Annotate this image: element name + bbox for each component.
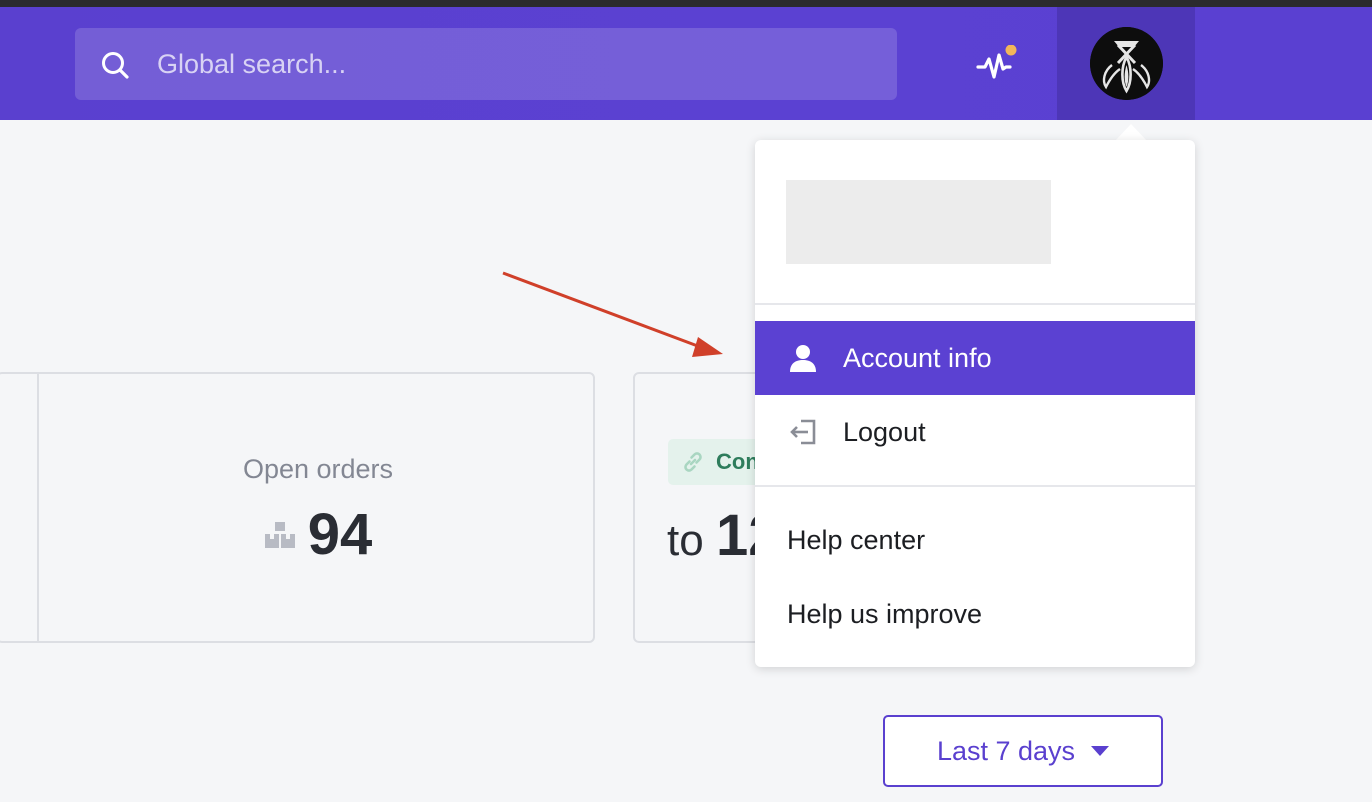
date-range-label: Last 7 days (936, 735, 1076, 766)
user-icon (790, 345, 816, 372)
window-top-strip (0, 0, 1372, 7)
top-header (0, 7, 1372, 120)
open-orders-card: Open orders 94 (0, 372, 595, 643)
menu-item-label: Help center (787, 524, 926, 555)
menu-item-help-center[interactable]: Help center (755, 503, 1195, 577)
activity-pulse-icon (976, 44, 1017, 79)
date-range-select[interactable]: Last 7 days (883, 715, 1163, 787)
open-orders-value-row: 94 (39, 506, 597, 564)
menu-item-account-info[interactable]: Account info (755, 321, 1195, 395)
dropdown-caret (1115, 124, 1147, 141)
redacted-user-details (786, 180, 1051, 264)
dropdown-user-info (755, 140, 1195, 303)
logout-icon (790, 419, 816, 445)
activity-button[interactable] (972, 44, 1018, 85)
menu-item-logout[interactable]: Logout (755, 395, 1195, 469)
user-dropdown-menu: Account info Logout Help center Help us … (755, 140, 1195, 667)
search-input[interactable] (157, 28, 857, 100)
menu-item-label: Logout (843, 416, 926, 447)
global-search-bar[interactable] (75, 28, 897, 100)
notification-dot (1005, 44, 1017, 56)
link-icon (684, 452, 702, 472)
dropdown-separator (755, 303, 1195, 305)
user-menu-button[interactable] (1057, 7, 1195, 120)
chevron-down-icon (1091, 746, 1110, 756)
menu-item-help-us-improve[interactable]: Help us improve (755, 577, 1195, 651)
user-avatar-logo-icon (1090, 27, 1163, 100)
boxes-icon (264, 522, 295, 548)
open-orders-label: Open orders (242, 454, 394, 484)
search-icon (102, 52, 129, 79)
dropdown-separator (755, 485, 1195, 487)
menu-item-label: Account info (843, 342, 992, 373)
connected-prefix: to (667, 516, 704, 565)
menu-item-label: Help us improve (787, 598, 983, 629)
open-orders-count: 94 (307, 502, 373, 567)
